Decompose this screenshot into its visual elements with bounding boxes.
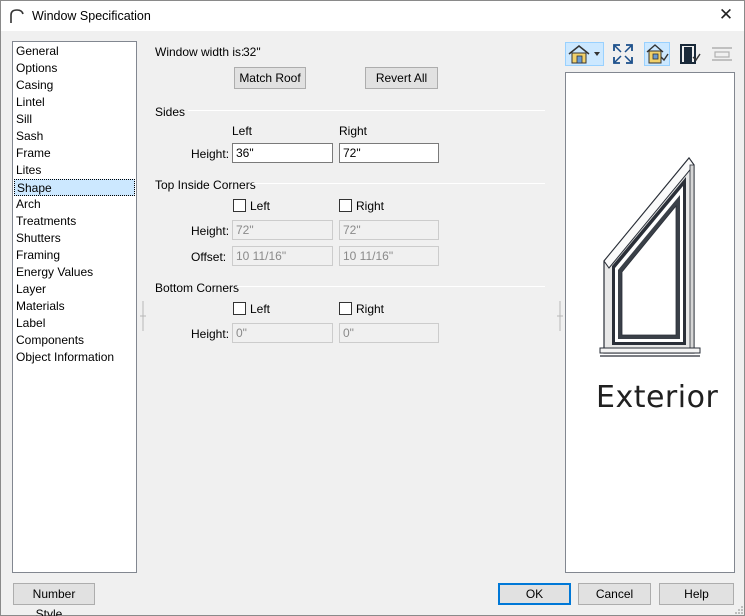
top-right-height-input[interactable]: 72"	[339, 220, 439, 240]
sidebar-item-energy-values[interactable]: Energy Values	[14, 264, 135, 281]
top-left-offset-input[interactable]: 10 11/16"	[232, 246, 333, 266]
cancel-button[interactable]: Cancel	[578, 583, 651, 605]
interior-view-icon[interactable]	[678, 42, 702, 66]
plan-view-icon[interactable]	[710, 42, 734, 66]
sidebar-item-lites[interactable]: Lites	[14, 162, 135, 179]
sidebar-item-frame[interactable]: Frame	[14, 145, 135, 162]
top-corners-offset-label: Offset:	[191, 250, 227, 264]
fill-window-icon[interactable]	[611, 42, 635, 66]
bottom-left-height-input[interactable]: 0"	[232, 323, 333, 343]
top-inside-corners-title: Top Inside Corners	[155, 178, 256, 192]
sidebar-item-lintel[interactable]: Lintel	[14, 94, 135, 111]
window-specification-dialog: Window Specification ✕ General Options Cas…	[0, 0, 745, 616]
top-right-corner-label: Right	[356, 199, 385, 213]
sidebar-item-sash[interactable]: Sash	[14, 128, 135, 145]
sidebar-item-sill[interactable]: Sill	[14, 111, 135, 128]
window-width-label: Window width is:	[155, 45, 245, 59]
bottom-left-corner-checkbox[interactable]	[233, 302, 246, 315]
top-corners-height-label: Height:	[191, 224, 230, 238]
sidebar-item-options[interactable]: Options	[14, 60, 135, 77]
sidebar-item-object-information[interactable]: Object Information	[14, 349, 135, 366]
window-title: Window Specification	[32, 9, 151, 23]
sidebar-item-layer[interactable]: Layer	[14, 281, 135, 298]
bottom-left-corner-label: Left	[250, 302, 271, 316]
sidebar-item-arch[interactable]: Arch	[14, 196, 135, 213]
close-icon[interactable]: ✕	[718, 6, 734, 24]
help-button[interactable]: Help	[659, 583, 734, 605]
preview-view-label: Exterior	[596, 380, 719, 415]
bottom-corners-divider	[237, 286, 545, 287]
match-roof-button[interactable]: Match Roof	[234, 67, 306, 89]
title-bar: Window Specification ✕	[1, 1, 744, 31]
top-left-height-input[interactable]: 72"	[232, 220, 333, 240]
category-list[interactable]: General Options Casing Lintel Sill Sash Frame L…	[12, 41, 137, 573]
sidebar-item-general[interactable]: General	[14, 43, 135, 60]
left-side-height-input[interactable]: 36"	[232, 143, 333, 163]
exterior-view-icon[interactable]	[644, 42, 670, 66]
sidebar-item-casing[interactable]: Casing	[14, 77, 135, 94]
sides-height-label: Height:	[191, 147, 230, 161]
app-arch-icon	[10, 9, 24, 23]
resize-grip-icon[interactable]	[732, 603, 744, 615]
ok-button[interactable]: OK	[498, 583, 571, 605]
sides-group-title: Sides	[155, 105, 186, 119]
top-left-corner-label: Left	[250, 199, 271, 213]
revert-all-button[interactable]: Revert All	[365, 67, 438, 89]
window-width-value: 32"	[243, 45, 261, 59]
sidebar-item-shutters[interactable]: Shutters	[14, 230, 135, 247]
sidebar-item-components[interactable]: Components	[14, 332, 135, 349]
sidebar-item-treatments[interactable]: Treatments	[14, 213, 135, 230]
sidebar-item-materials[interactable]: Materials	[14, 298, 135, 315]
right-side-height-input[interactable]: 72"	[339, 143, 439, 163]
bottom-corners-title: Bottom Corners	[155, 281, 240, 295]
bottom-right-corner-label: Right	[356, 302, 385, 316]
sidebar-item-label[interactable]: Label	[14, 315, 135, 332]
sides-right-header: Right	[339, 124, 368, 138]
top-right-corner-checkbox[interactable]	[339, 199, 352, 212]
preview-pane[interactable]: Exterior	[565, 72, 735, 573]
right-splitter-handle[interactable]	[557, 301, 563, 331]
sidebar-item-shape[interactable]: Shape	[14, 179, 135, 196]
sidebar-item-framing[interactable]: Framing	[14, 247, 135, 264]
bottom-corners-height-label: Height:	[191, 327, 230, 341]
top-left-corner-checkbox[interactable]	[233, 199, 246, 212]
house-view-dropdown-icon[interactable]	[565, 42, 604, 66]
window-preview-image	[599, 157, 701, 357]
bottom-right-height-input[interactable]: 0"	[339, 323, 439, 343]
sides-left-header: Left	[232, 124, 253, 138]
left-splitter-handle[interactable]	[140, 301, 146, 331]
bottom-right-corner-checkbox[interactable]	[339, 302, 352, 315]
sides-divider	[188, 110, 545, 111]
number-style-button[interactable]: Number Style...	[13, 583, 95, 616]
top-inside-corners-divider	[252, 183, 545, 184]
top-right-offset-input[interactable]: 10 11/16"	[339, 246, 439, 266]
